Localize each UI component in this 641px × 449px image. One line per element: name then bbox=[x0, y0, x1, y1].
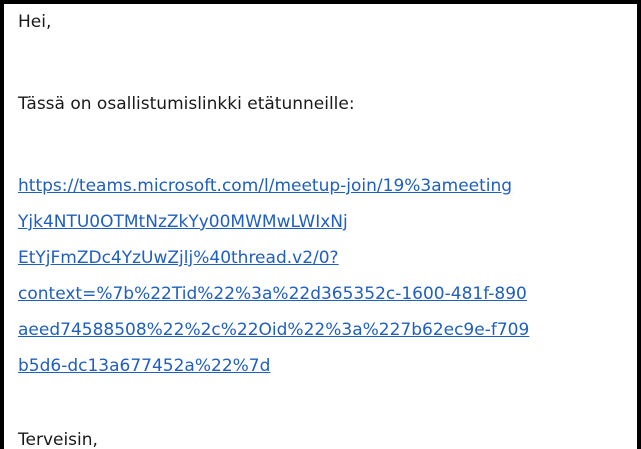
meeting-link-line[interactable]: Yjk4NTU0OTMtNzZkYy00MWMwLWIxNj bbox=[18, 210, 348, 234]
signoff-text: Terveisin, bbox=[18, 430, 98, 449]
greeting-text: Hei, bbox=[18, 12, 52, 32]
meeting-link-line[interactable]: b5d6-dc13a677452a%22%7d bbox=[18, 354, 270, 378]
meeting-link-line[interactable]: aeed74588508%22%2c%22Oid%22%3a%227b62ec9… bbox=[18, 318, 529, 342]
email-body-frame: Hei, Tässä on osallistumislinkki etätunn… bbox=[0, 0, 641, 449]
meeting-link-line[interactable]: https://teams.microsoft.com/l/meetup-joi… bbox=[18, 174, 512, 198]
meeting-link-line[interactable]: context=%7b%22Tid%22%3a%22d365352c-1600-… bbox=[18, 282, 527, 306]
meeting-link-line[interactable]: EtYjFmZDc4YzUwZjlj%40thread.v2/0? bbox=[18, 246, 339, 270]
intro-text: Tässä on osallistumislinkki etätunneille… bbox=[18, 94, 355, 114]
